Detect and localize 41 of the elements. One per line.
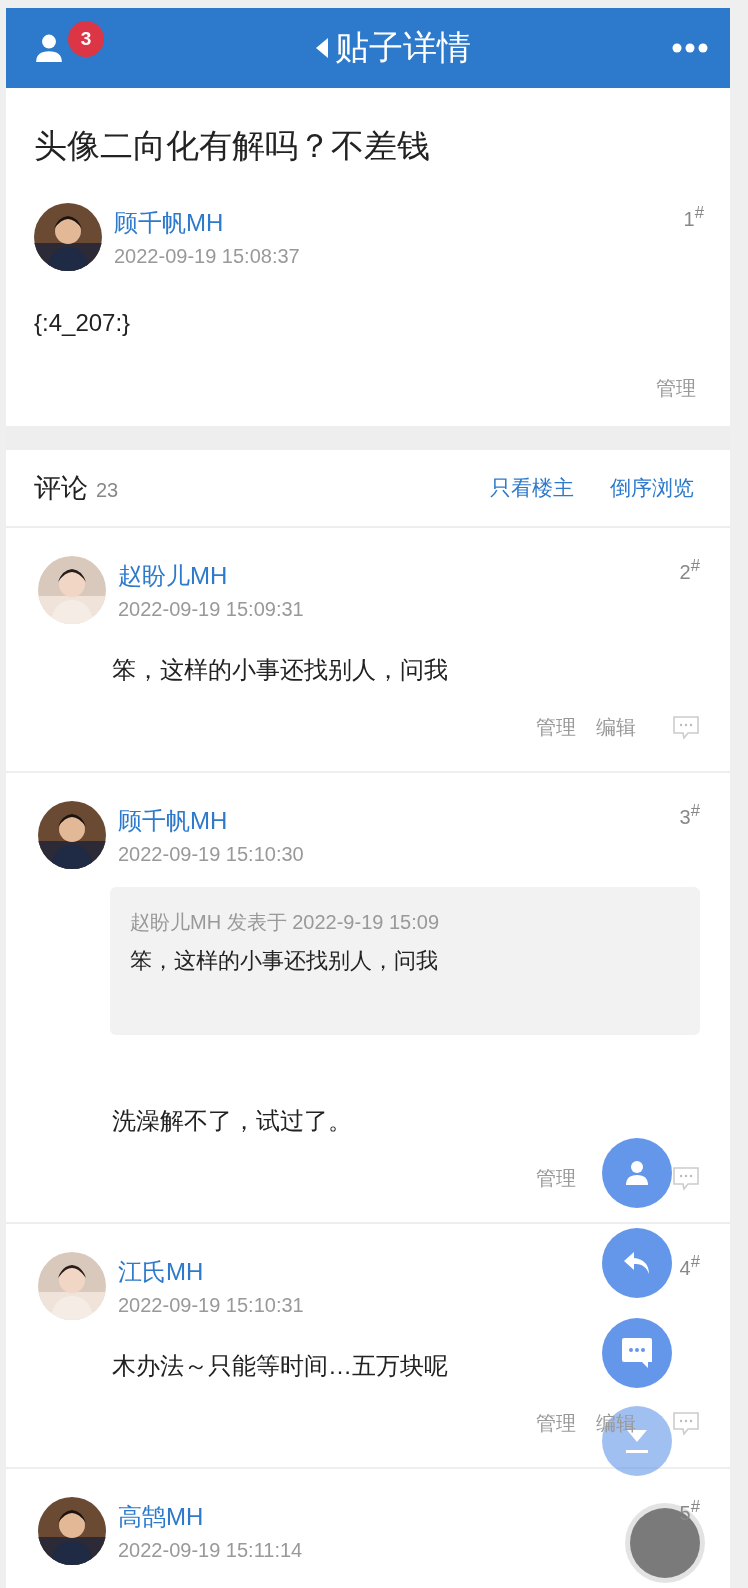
post-time: 2022-09-19 15:10:30 — [118, 842, 304, 866]
comment-count: 23 — [96, 479, 119, 501]
reply-icon — [622, 1250, 652, 1276]
person-icon — [623, 1159, 651, 1187]
chat-icon — [620, 1337, 654, 1369]
post-time: 2022-09-19 15:09:31 — [118, 597, 304, 621]
post-time: 2022-09-19 15:08:37 — [114, 244, 300, 268]
quote-text: 笨，这样的小事还找别人，问我 — [130, 947, 439, 975]
action-link[interactable]: 管理 — [536, 714, 576, 741]
action-link[interactable]: 管理 — [536, 1410, 576, 1437]
post-time: 2022-09-19 15:10:31 — [118, 1293, 304, 1317]
author-name[interactable]: 顾千帆MH — [114, 206, 300, 239]
filter-link[interactable]: 倒序浏览 — [610, 474, 694, 502]
author-name[interactable]: 顾千帆MH — [118, 804, 304, 837]
quote-meta: 赵盼儿MH 发表于 2022-9-19 15:09 — [130, 910, 440, 935]
comment-text: 洗澡解不了，试过了。 — [112, 1106, 352, 1136]
action-link[interactable]: 管理 — [656, 375, 696, 402]
floor-number: 2$^{#}$ — [679, 560, 700, 583]
action-link[interactable]: 编辑 — [596, 714, 636, 741]
post-title: 头像二向化有解吗？不差钱 — [34, 126, 431, 166]
comment-icon[interactable] — [672, 1410, 700, 1437]
filter-link[interactable]: 只看楼主 — [490, 474, 574, 502]
floor-number: 4$^{#}$ — [679, 1256, 700, 1279]
more-icon[interactable] — [672, 43, 708, 53]
user-icon[interactable] — [34, 33, 64, 63]
post-content: {:4_207:} — [34, 309, 131, 337]
floor-number: 1$^{#}$ — [683, 207, 704, 230]
comment-text: 木办法～只能等时间…五万块呢 — [112, 1351, 448, 1381]
comment-text: 笨，这样的小事还找别人，问我 — [112, 655, 448, 685]
author-name[interactable]: 江氏MH — [118, 1255, 304, 1288]
notification-badge: 3 — [68, 21, 104, 57]
comments-label: 评论 — [34, 473, 88, 503]
author-name[interactable]: 高鹄MH — [118, 1500, 303, 1533]
author-name[interactable]: 赵盼儿MH — [118, 559, 304, 592]
post-time: 2022-09-19 15:11:14 — [118, 1538, 303, 1562]
page-title: 贴子详情 — [335, 27, 471, 68]
comment-icon[interactable] — [672, 714, 700, 741]
floor-number: 3$^{#}$ — [679, 805, 700, 828]
comment-icon[interactable] — [672, 1165, 700, 1192]
action-link[interactable]: 管理 — [536, 1165, 576, 1192]
back-icon[interactable] — [315, 37, 329, 59]
